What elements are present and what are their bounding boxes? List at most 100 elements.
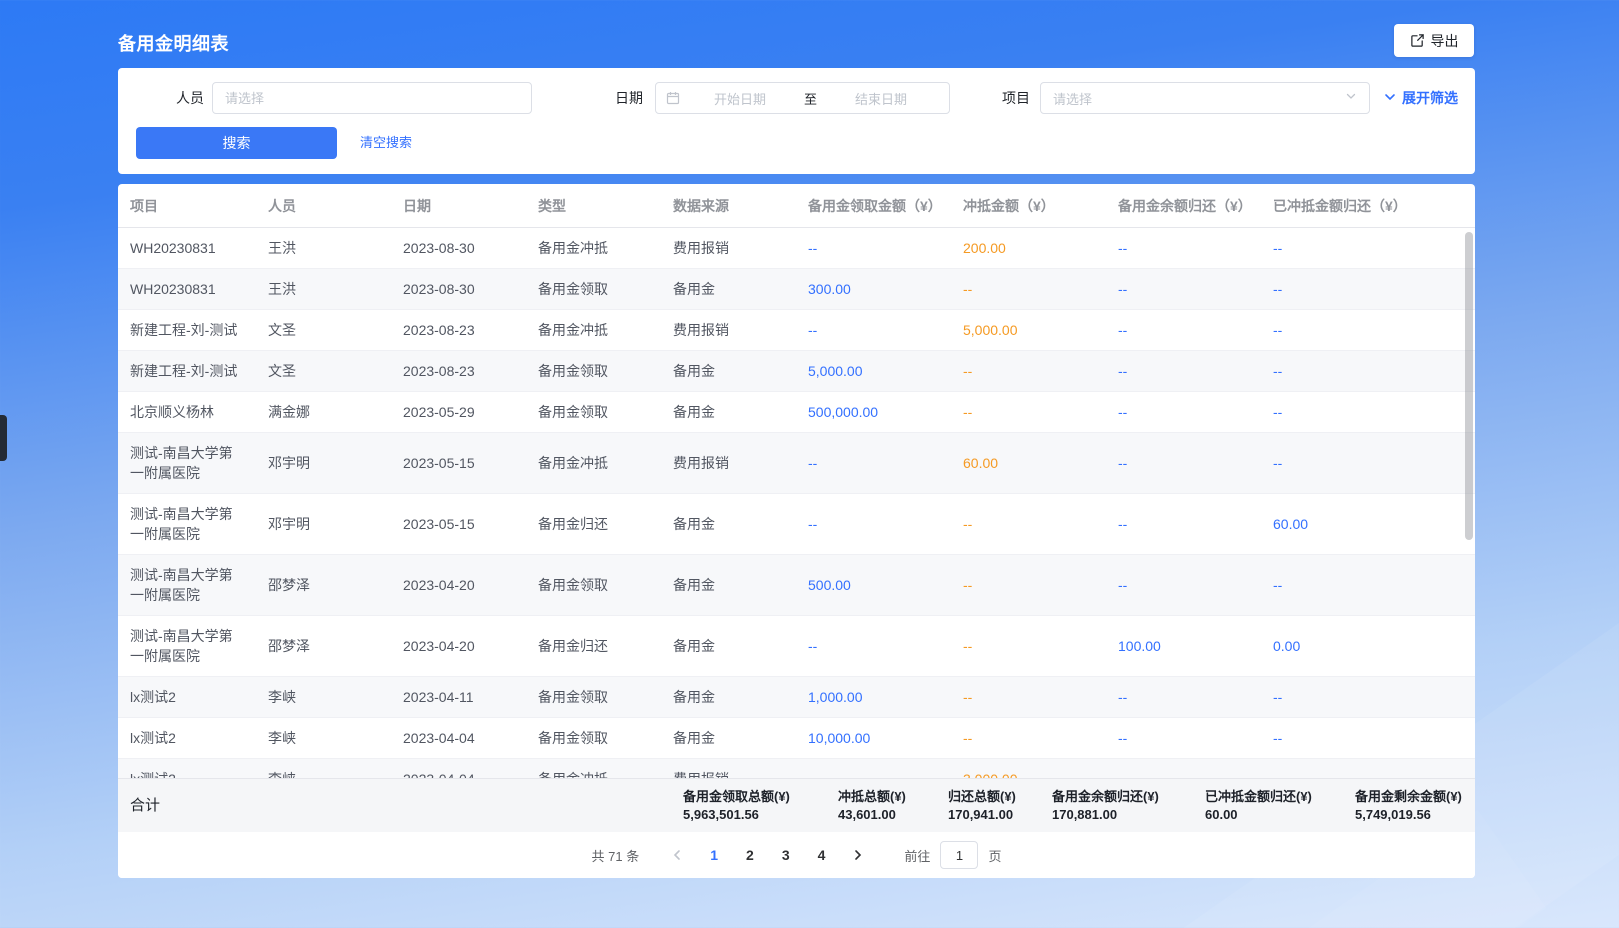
cell-balance-return: -- <box>1106 240 1261 256</box>
expand-chevron-icon <box>1383 90 1397 107</box>
cell-balance-return: -- <box>1106 689 1261 705</box>
cell-type: 备用金冲抵 <box>526 320 661 340</box>
table-row: WH20230831 王洪 2023-08-30 备用金领取 备用金 300.0… <box>118 269 1475 310</box>
table-row: 新建工程-刘-测试 文圣 2023-08-23 备用金冲抵 费用报销 -- 5,… <box>118 310 1475 351</box>
cell-offset-amount: 5,000.00 <box>951 322 1106 338</box>
header-cell-offset-return: 已冲抵金额归还（¥） <box>1261 196 1475 216</box>
cell-source: 备用金 <box>661 514 796 534</box>
cell-balance-return: -- <box>1106 771 1261 778</box>
cell-offset-amount: -- <box>951 638 1106 654</box>
cell-balance-return: -- <box>1106 730 1261 746</box>
cell-date: 2023-05-15 <box>391 455 526 471</box>
summary-item-label: 备用金余额归还(¥) <box>1052 788 1159 806</box>
expand-filter-label: 展开筛选 <box>1402 88 1458 108</box>
summary-item-label: 已冲抵金额归还(¥) <box>1205 788 1312 806</box>
page-number-2[interactable]: 2 <box>737 847 763 863</box>
next-page-button[interactable] <box>844 849 872 861</box>
cell-offset-return: -- <box>1261 455 1475 471</box>
expand-filter-link[interactable]: 展开筛选 <box>1383 82 1458 114</box>
cell-offset-return: -- <box>1261 404 1475 420</box>
cell-date: 2023-05-29 <box>391 404 526 420</box>
clear-search-link[interactable]: 清空搜索 <box>360 127 412 159</box>
end-date-input[interactable]: 结束日期 <box>823 89 939 108</box>
cell-source: 备用金 <box>661 361 796 381</box>
sidebar-drawer-handle[interactable] <box>0 415 7 461</box>
table-row: 测试-南昌大学第一附属医院 邵梦泽 2023-04-20 备用金领取 备用金 5… <box>118 555 1475 616</box>
cell-project: lx测试2 <box>118 718 256 758</box>
cell-type: 备用金领取 <box>526 687 661 707</box>
cell-person: 李峡 <box>256 728 391 748</box>
cell-project: 新建工程-刘-测试 <box>118 351 256 391</box>
summary-item-label: 备用金领取总额(¥) <box>683 788 790 806</box>
prev-page-button[interactable] <box>663 849 691 861</box>
summary-item-label: 归还总额(¥) <box>948 788 1016 806</box>
cell-person: 李峡 <box>256 687 391 707</box>
cell-source: 费用报销 <box>661 238 796 258</box>
cell-offset-return: -- <box>1261 771 1475 778</box>
start-date-input[interactable]: 开始日期 <box>682 89 798 108</box>
table-row: lx测试2 李峡 2023-04-11 备用金领取 备用金 1,000.00 -… <box>118 677 1475 718</box>
search-button[interactable]: 搜索 <box>136 127 337 159</box>
cell-date: 2023-04-11 <box>391 689 526 705</box>
cell-draw-amount: -- <box>796 516 951 532</box>
cell-type: 备用金归还 <box>526 636 661 656</box>
cell-project: 测试-南昌大学第一附属医院 <box>118 616 256 676</box>
pagination: 共 71 条 1 2 3 4 前往 页 <box>118 832 1475 878</box>
cell-source: 费用报销 <box>661 453 796 473</box>
cell-project: lx测试2 <box>118 677 256 717</box>
chevron-down-icon <box>1345 89 1357 107</box>
cell-offset-return: -- <box>1261 322 1475 338</box>
cell-offset-amount: -- <box>951 404 1106 420</box>
cell-person: 王洪 <box>256 279 391 299</box>
table-scrollbar-thumb[interactable] <box>1465 232 1473 540</box>
cell-balance-return: 100.00 <box>1106 638 1261 654</box>
cell-project: 测试-南昌大学第一附属医院 <box>118 494 256 554</box>
cell-source: 备用金 <box>661 279 796 299</box>
page-number-4[interactable]: 4 <box>809 847 835 863</box>
cell-draw-amount: -- <box>796 771 951 778</box>
table-row: 测试-南昌大学第一附属医院 邵梦泽 2023-04-20 备用金归还 备用金 -… <box>118 616 1475 677</box>
cell-draw-amount: 10,000.00 <box>796 730 951 746</box>
summary-item-value: 43,601.00 <box>838 806 906 824</box>
cell-date: 2023-08-30 <box>391 240 526 256</box>
cell-type: 备用金领取 <box>526 279 661 299</box>
cell-offset-return: -- <box>1261 240 1475 256</box>
cell-offset-return: 0.00 <box>1261 638 1475 654</box>
page-number-1[interactable]: 1 <box>701 847 727 863</box>
petty-cash-table: 项目 人员 日期 类型 数据来源 备用金领取金额（¥） 冲抵金额（¥） 备用金余… <box>118 184 1475 878</box>
cell-date: 2023-08-23 <box>391 363 526 379</box>
cell-source: 备用金 <box>661 728 796 748</box>
cell-source: 备用金 <box>661 575 796 595</box>
header-cell-date: 日期 <box>391 196 526 216</box>
cell-offset-amount: -- <box>951 281 1106 297</box>
cell-offset-amount: -- <box>951 516 1106 532</box>
cell-date: 2023-04-04 <box>391 730 526 746</box>
project-select[interactable]: 请选择 <box>1040 82 1370 114</box>
cell-draw-amount: 300.00 <box>796 281 951 297</box>
cell-type: 备用金领取 <box>526 402 661 422</box>
cell-balance-return: -- <box>1106 455 1261 471</box>
export-button-label: 导出 <box>1431 31 1459 51</box>
cell-type: 备用金冲抵 <box>526 238 661 258</box>
cell-offset-return: -- <box>1261 577 1475 593</box>
cell-source: 备用金 <box>661 402 796 422</box>
cell-person: 邵梦泽 <box>256 636 391 656</box>
date-range-input[interactable]: 开始日期 至 结束日期 <box>655 82 950 114</box>
export-button[interactable]: 导出 <box>1394 24 1474 57</box>
table-row: lx测试2 李峡 2023-04-04 备用金领取 备用金 10,000.00 … <box>118 718 1475 759</box>
date-label: 日期 <box>615 82 643 114</box>
project-label: 项目 <box>1002 82 1030 114</box>
cell-balance-return: -- <box>1106 363 1261 379</box>
header-cell-offset-amount: 冲抵金额（¥） <box>951 196 1106 216</box>
goto-page-input[interactable] <box>940 841 978 869</box>
cell-person: 邓宇明 <box>256 453 391 473</box>
calendar-icon <box>666 91 680 105</box>
cell-draw-amount: 500,000.00 <box>796 404 951 420</box>
cell-draw-amount: 1,000.00 <box>796 689 951 705</box>
cell-project: lx测试2 <box>118 759 256 778</box>
person-input[interactable] <box>212 82 532 114</box>
cell-person: 满金娜 <box>256 402 391 422</box>
cell-offset-return: -- <box>1261 730 1475 746</box>
cell-offset-amount: 200.00 <box>951 240 1106 256</box>
page-number-3[interactable]: 3 <box>773 847 799 863</box>
